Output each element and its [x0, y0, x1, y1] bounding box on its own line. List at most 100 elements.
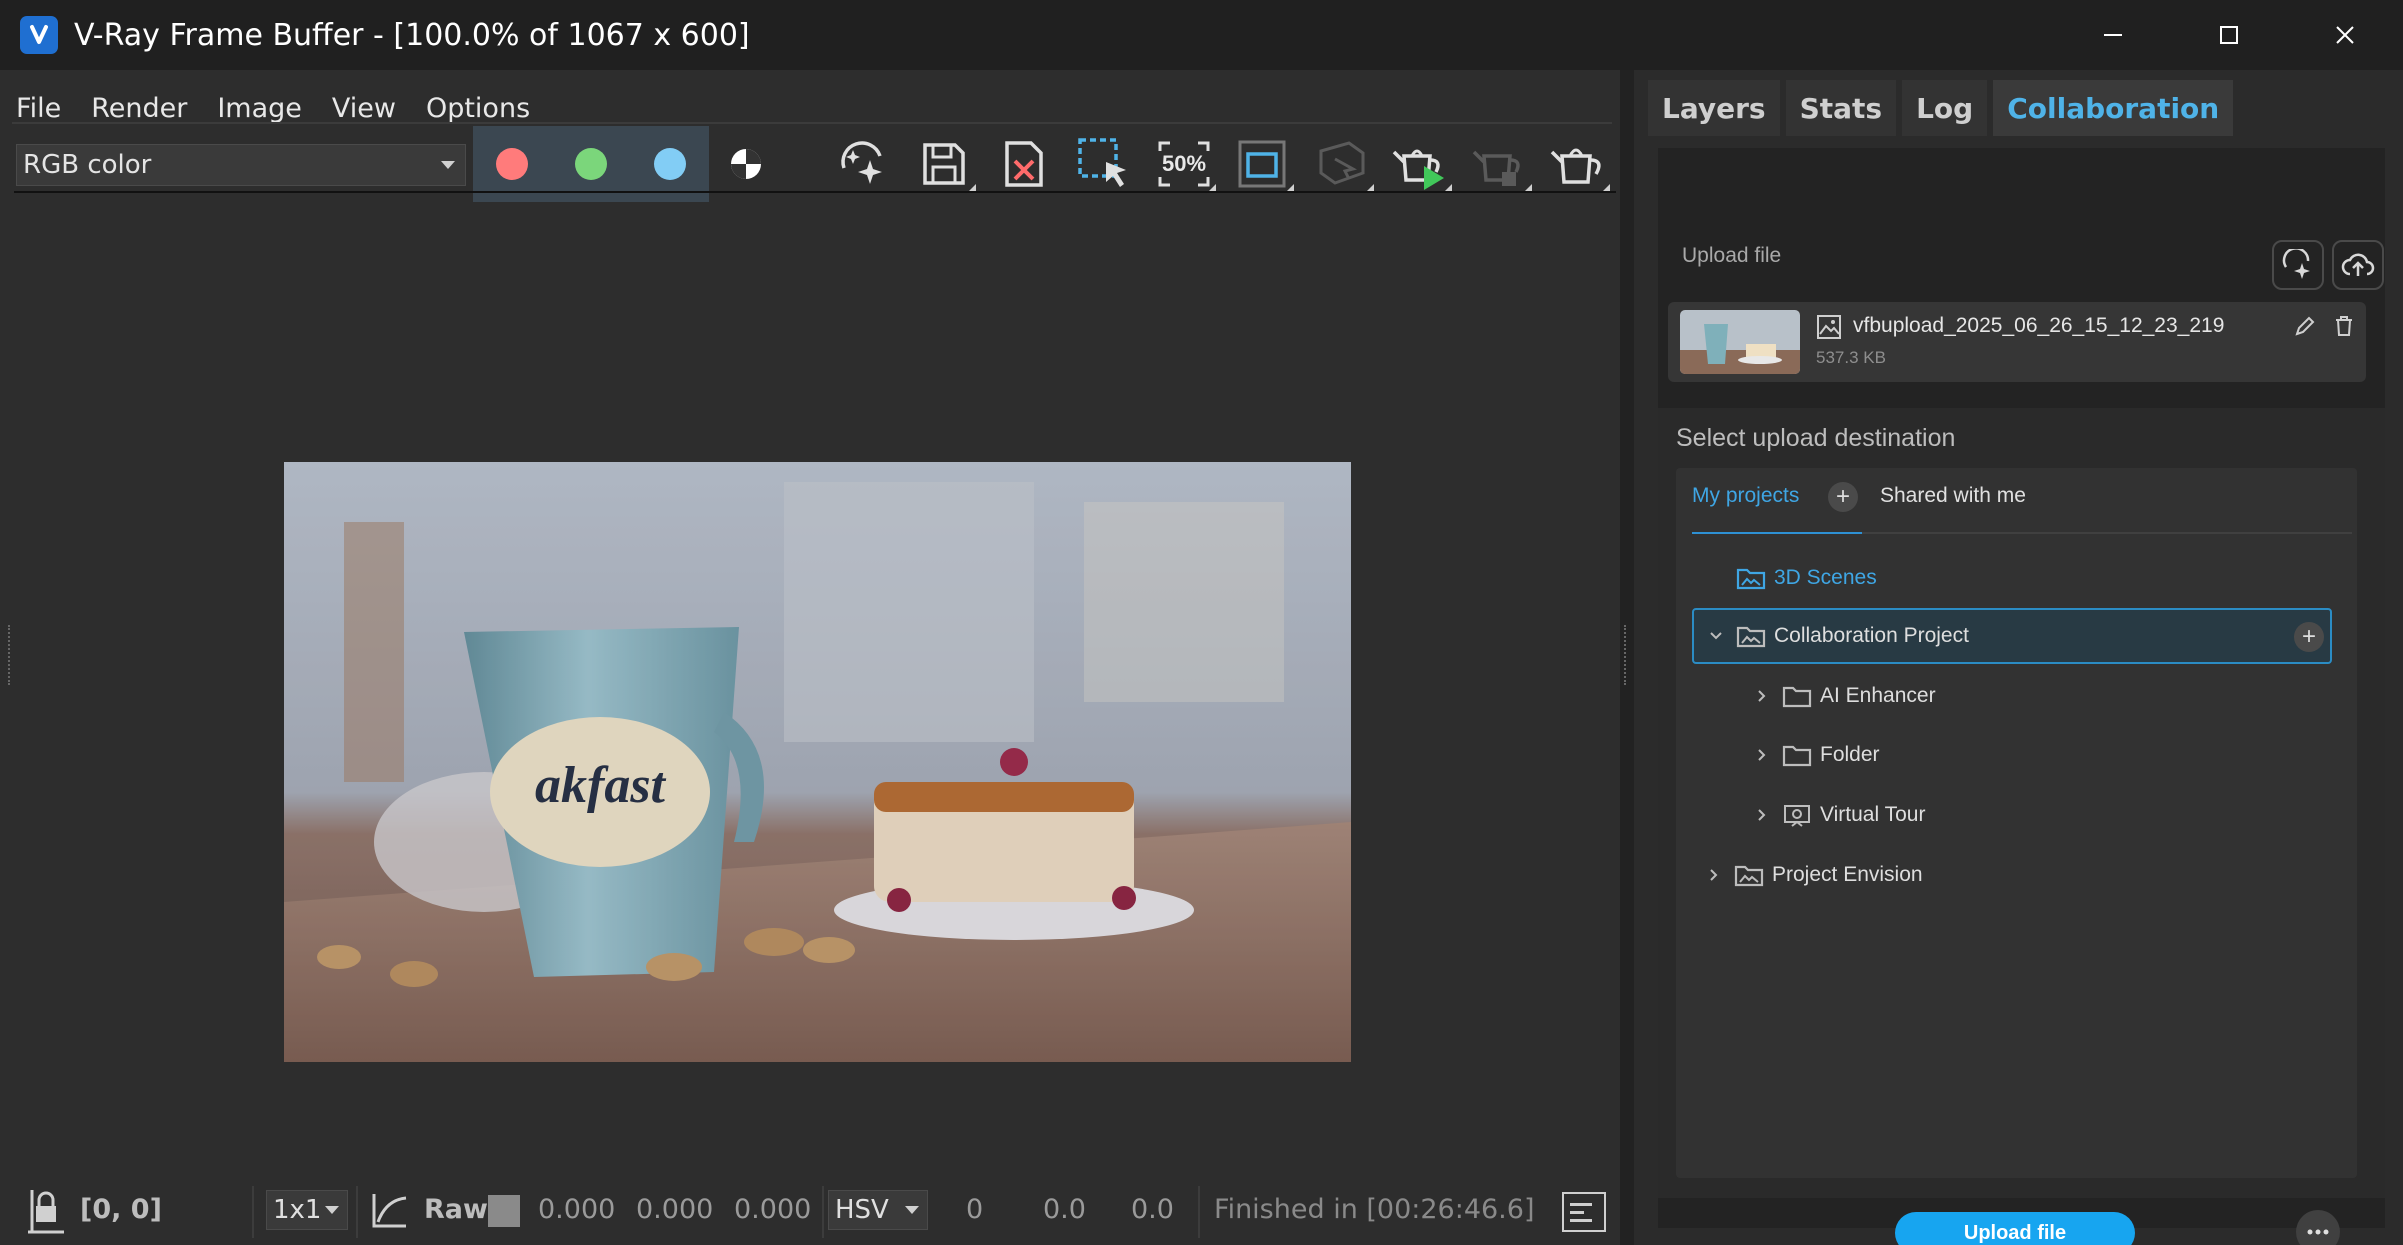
ai-enhance-button[interactable] [832, 132, 900, 196]
menu-view[interactable]: View [332, 93, 396, 124]
tab-layers[interactable]: Layers [1648, 80, 1780, 136]
tree-item-folder[interactable]: Folder [1692, 727, 2332, 783]
colorspace-select[interactable]: HSV [828, 1190, 928, 1230]
save-icon [923, 143, 965, 185]
maximize-button[interactable] [2171, 0, 2287, 70]
raw-mode-label[interactable]: Raw [424, 1194, 488, 1225]
tree-item-project-envision[interactable]: Project Envision [1692, 847, 2332, 903]
tab-log[interactable]: Log [1902, 80, 1988, 136]
teapot-icon [1550, 148, 1601, 184]
cloud-upload-button[interactable] [2332, 240, 2384, 290]
lock-icon[interactable] [26, 1188, 66, 1236]
menu-file[interactable]: File [16, 93, 61, 124]
left-grip-handle[interactable] [8, 625, 12, 685]
toolbar-divider [14, 191, 1616, 193]
blue-dot-icon [653, 148, 686, 180]
color-swatch [488, 1195, 520, 1227]
edit-icon[interactable] [2293, 314, 2317, 338]
chevron-right-icon[interactable] [1752, 805, 1772, 825]
menu-render[interactable]: Render [91, 93, 187, 124]
ai-upload-button[interactable] [2272, 240, 2324, 290]
chevron-right-icon[interactable] [1752, 686, 1772, 706]
file-thumbnail [1680, 310, 1800, 374]
image-icon [1817, 315, 1841, 339]
tab-stats[interactable]: Stats [1785, 80, 1897, 136]
upload-file-card[interactable]: vfbupload_2025_06_26_15_12_23_219 537.3 … [1668, 302, 2366, 382]
project-folder-icon [1734, 865, 1764, 887]
ratio-select[interactable]: 1x1 [266, 1190, 348, 1230]
save-button[interactable] [910, 132, 978, 196]
add-project-button[interactable]: + [1828, 482, 1858, 512]
render-status-message: Finished in [00:26:46.6] [1214, 1194, 1535, 1225]
render-region-button[interactable] [1228, 132, 1296, 196]
rendered-image[interactable]: akfast [284, 462, 1351, 1062]
interactive-teapot-icon [1392, 149, 1444, 190]
curve-icon[interactable] [370, 1190, 410, 1230]
more-icon [2307, 1229, 2329, 1235]
alpha-icon [731, 149, 761, 179]
chevron-down-icon [325, 1206, 339, 1214]
tree-item-ai-enhancer[interactable]: AI Enhancer [1692, 668, 2332, 724]
upload-file-button[interactable]: Upload file [1895, 1212, 2135, 1245]
collaboration-footer: Upload file [1658, 1198, 2385, 1245]
tree-item-label: Virtual Tour [1820, 803, 1926, 826]
log-line-icon [1570, 1218, 1592, 1222]
alpha-channel-button[interactable] [712, 132, 780, 196]
tab-my-projects[interactable]: My projects [1692, 484, 1799, 508]
colorspace-select-value: HSV [835, 1195, 889, 1225]
stop-render-button[interactable] [1466, 132, 1534, 196]
svg-text:50%: 50% [1162, 151, 1206, 176]
project-folder-icon [1736, 568, 1766, 590]
close-button[interactable] [2287, 0, 2403, 70]
chevron-right-icon[interactable] [1752, 745, 1772, 765]
hue-value: 0 [966, 1194, 984, 1225]
log-toggle-button[interactable] [1562, 1192, 1606, 1232]
project-tree-box: My projects + Shared with me 3D Scenes C… [1676, 468, 2357, 1178]
destination-label: Select upload destination [1676, 424, 1956, 452]
lock-region-button[interactable] [1308, 132, 1376, 196]
saturation-value: 0.0 [1043, 1194, 1086, 1225]
tree-item-3d-scenes[interactable]: 3D Scenes [1692, 550, 2332, 606]
chevron-right-icon[interactable] [1704, 865, 1724, 885]
collaboration-panel: Upload file vfbupload_2025_06_26_15_12_2… [1658, 148, 2385, 1245]
vray-logo-icon [20, 16, 58, 54]
zoom-50-button[interactable]: 50% [1150, 132, 1218, 196]
folder-icon [1782, 686, 1812, 708]
upload-file-label: Upload file [1682, 244, 1782, 267]
title-bar: V-Ray Frame Buffer - [100.0% of 1067 x 6… [0, 0, 2403, 70]
minimize-button[interactable] [2055, 0, 2171, 70]
tree-item-label: Project Envision [1772, 863, 1923, 886]
delete-icon[interactable] [2332, 314, 2356, 338]
green-dot-icon [575, 148, 607, 180]
more-options-button[interactable] [2296, 1210, 2340, 1245]
tree-item-label: Collaboration Project [1774, 624, 1969, 647]
tree-item-collaboration-project[interactable]: Collaboration Project + [1692, 608, 2332, 664]
side-panel: Layers Stats Log Collaboration Upload fi… [1634, 70, 2403, 1245]
tree-item-virtual-tour[interactable]: Virtual Tour [1692, 787, 2332, 843]
region-select-button[interactable] [1070, 132, 1138, 196]
status-divider [1198, 1186, 1200, 1238]
channel-select-value: RGB color [23, 150, 152, 180]
chevron-down-icon[interactable] [1706, 626, 1726, 646]
clear-image-icon [1005, 141, 1043, 187]
splitter-grip-handle[interactable] [1624, 625, 1628, 685]
menu-image[interactable]: Image [217, 93, 302, 124]
interactive-render-button[interactable] [1386, 132, 1454, 196]
add-folder-button[interactable]: + [2294, 622, 2324, 652]
channel-select[interactable]: RGB color [16, 144, 466, 186]
ai-sync-icon [2282, 249, 2310, 279]
tab-collaboration[interactable]: Collaboration [1993, 80, 2234, 136]
render-button[interactable] [1544, 132, 1612, 196]
tab-shared-with-me[interactable]: Shared with me [1880, 484, 2026, 508]
tree-item-label: 3D Scenes [1774, 566, 1877, 589]
menu-divider [12, 122, 1612, 124]
red-value: 0.000 [538, 1194, 616, 1225]
status-divider [822, 1186, 824, 1238]
lock-region-icon [1319, 141, 1365, 185]
clear-image-button[interactable] [990, 132, 1058, 196]
menu-options[interactable]: Options [426, 93, 530, 124]
virtual-tour-icon [1784, 805, 1810, 827]
maximize-icon [2220, 26, 2238, 44]
value-value: 0.0 [1131, 1194, 1174, 1225]
frame-buffer-pane: File Render Image View Options RGB color [0, 70, 1620, 1245]
